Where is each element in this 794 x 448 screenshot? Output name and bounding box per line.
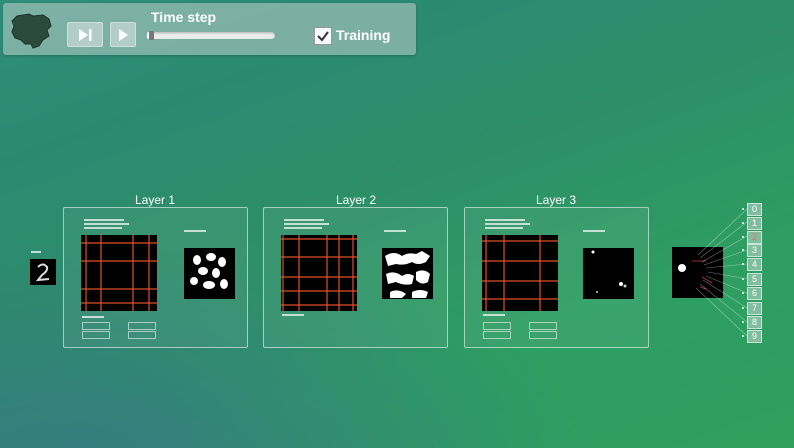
- output-digit-3[interactable]: 3: [747, 244, 762, 257]
- output-digit-9[interactable]: 9: [747, 330, 762, 343]
- output-digit-0[interactable]: 0: [747, 203, 762, 216]
- output-digit-5[interactable]: 5: [747, 273, 762, 286]
- output-node-dot: [742, 249, 744, 251]
- output-node-dot: [742, 335, 744, 337]
- output-connections: [695, 208, 748, 337]
- output-digit-6[interactable]: 6: [747, 287, 762, 300]
- output-node-dot: [742, 236, 744, 238]
- output-digit-1[interactable]: 1: [747, 217, 762, 230]
- output-digit-2[interactable]: 2: [747, 231, 762, 244]
- output-digit-4[interactable]: 4: [747, 258, 762, 271]
- output-node-dot: [742, 222, 744, 224]
- output-node-dot: [742, 278, 744, 280]
- output-node-dot: [742, 321, 744, 323]
- output-digit-7[interactable]: 7: [747, 302, 762, 315]
- output-node-dot: [742, 292, 744, 294]
- output-node-dot: [742, 307, 744, 309]
- output-digit-8[interactable]: 8: [747, 316, 762, 329]
- output-node-dot: [742, 263, 744, 265]
- output-node-dot: [742, 208, 744, 210]
